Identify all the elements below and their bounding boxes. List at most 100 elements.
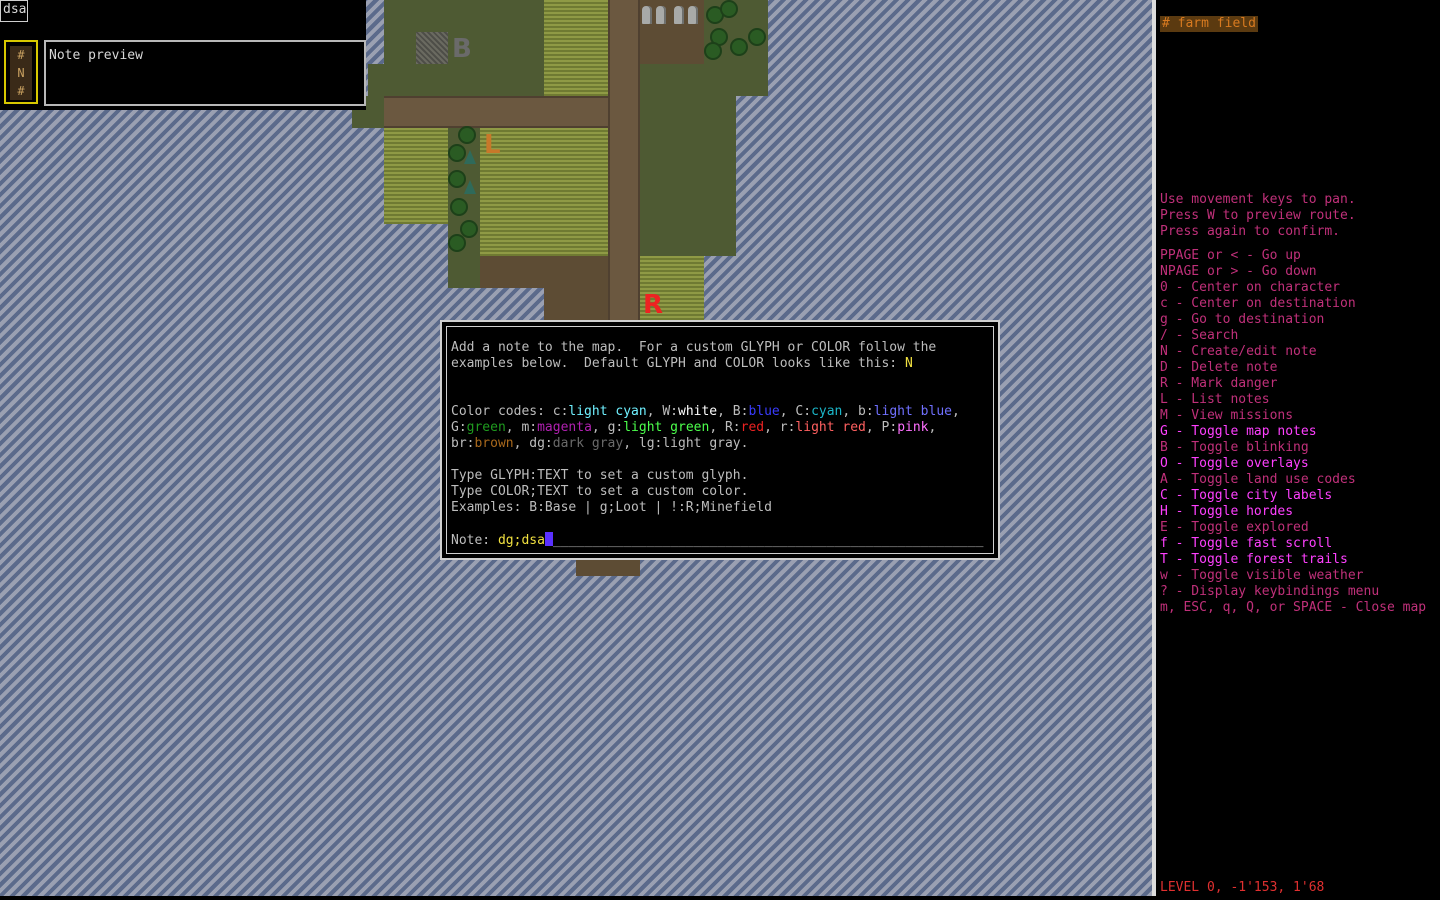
tree-icon <box>462 222 476 236</box>
road-tile <box>384 96 608 128</box>
keybinding-item[interactable]: H - Toggle hordes <box>1160 504 1293 520</box>
color-code-separator: , <box>951 404 960 419</box>
tree-icon <box>732 40 746 54</box>
color-code-key: P: <box>881 420 898 435</box>
pan-hint-text: Use movement keys to pan. <box>1160 192 1356 207</box>
color-code-key: B: <box>732 404 749 419</box>
terrain-tile <box>368 64 544 96</box>
note-preview-box: Note preview <box>44 40 366 106</box>
color-code-key: r: <box>779 420 796 435</box>
keybinding-item[interactable]: c - Center on destination <box>1160 296 1356 312</box>
terrain-tile <box>544 0 608 96</box>
color-code-separator: , <box>717 404 733 419</box>
keybinding-item[interactable]: D - Delete note <box>1160 360 1277 376</box>
keybinding-item[interactable]: / - Search <box>1160 328 1238 344</box>
color-code-name: green <box>466 420 506 435</box>
terrain-tile <box>544 288 608 320</box>
color-code-key: b: <box>858 404 874 419</box>
keybinding-item[interactable]: E - Toggle explored <box>1160 520 1309 536</box>
keybinding-item[interactable]: G - Toggle map notes <box>1160 424 1317 440</box>
keybinding-item[interactable]: N - Create/edit note <box>1160 344 1317 360</box>
tree-icon <box>722 2 736 16</box>
keybinding-item[interactable]: w - Toggle visible weather <box>1160 568 1364 584</box>
color-code-key: dg: <box>529 436 553 451</box>
note-preview-panel: dsa # N # Note preview <box>0 0 366 110</box>
dialog-intro-text: examples below. Default GLYPH and COLOR … <box>451 356 905 371</box>
terrain-tile <box>416 32 448 64</box>
keybinding-item[interactable]: NPAGE or > - Go down <box>1160 264 1317 280</box>
silo-icon <box>688 6 698 24</box>
note-input-line[interactable]: Note: dg;dsa ____________________________… <box>451 532 989 548</box>
color-code-name: light green <box>623 420 710 435</box>
tree-icon <box>450 172 464 186</box>
terrain-tile <box>384 128 448 224</box>
color-code-separator: , <box>764 420 780 435</box>
keybinding-item[interactable]: m, ESC, q, Q, or SPACE - Close map <box>1160 600 1426 616</box>
add-note-dialog: Add a note to the map. For a custom GLYP… <box>440 320 1000 560</box>
map-note-danger[interactable]: R <box>643 292 663 318</box>
color-code-key: lg: <box>638 436 663 451</box>
note-label: Note: <box>451 533 498 548</box>
level-coordinates: LEVEL 0, -1'153, 1'68 <box>1160 880 1325 895</box>
silo-icon <box>656 6 666 24</box>
keybinding-item[interactable]: g - Go to destination <box>1160 312 1324 328</box>
keybinding-item[interactable]: M - View missions <box>1160 408 1293 424</box>
keybinding-item[interactable]: ? - Display keybindings menu <box>1160 584 1379 600</box>
color-code-separator: . <box>740 436 749 451</box>
color-codes-line: br:brown, dg:dark gray, lg:light gray. <box>451 436 989 452</box>
color-code-key: br: <box>451 436 475 451</box>
dialog-intro-line: Add a note to the map. For a custom GLYP… <box>451 340 937 355</box>
color-code-name: light red <box>795 420 866 435</box>
silo-icon <box>642 6 652 24</box>
map-note-loot[interactable]: L <box>484 132 501 158</box>
color-code-separator: , <box>928 420 937 435</box>
color-help-text: Type COLOR;TEXT to set a custom color. <box>451 484 749 499</box>
pine-tree-icon <box>464 180 476 194</box>
keybinding-item[interactable]: PPAGE or < - Go up <box>1160 248 1301 264</box>
keybinding-item[interactable]: f - Toggle fast scroll <box>1160 536 1332 552</box>
screen-bottom-edge <box>0 896 1440 900</box>
tree-icon <box>706 44 720 58</box>
color-code-separator: , <box>842 404 859 419</box>
color-code-key: G: <box>451 420 467 435</box>
keybinding-item[interactable]: T - Toggle forest trails <box>1160 552 1348 568</box>
color-code-name: blue <box>748 404 780 419</box>
color-code-separator: , <box>779 404 796 419</box>
color-code-key: m: <box>521 420 538 435</box>
keybinding-item[interactable]: B - Toggle blinking <box>1160 440 1309 456</box>
map-note-base[interactable]: B <box>452 36 472 62</box>
color-code-key: g: <box>607 420 624 435</box>
keybinding-item[interactable]: C - Toggle city labels <box>1160 488 1332 504</box>
color-code-name: light gray <box>662 436 741 451</box>
keybinding-item[interactable]: R - Mark danger <box>1160 376 1277 392</box>
color-codes-line: Color codes: c:light cyan, W:white, B:bl… <box>451 404 989 420</box>
note-glyph-preview: # N # <box>4 40 38 104</box>
default-glyph-sample: N <box>904 356 913 371</box>
tree-icon <box>450 146 464 160</box>
color-code-name: brown <box>474 436 514 451</box>
pan-hint-text: Press again to confirm. <box>1160 224 1341 239</box>
tree-icon <box>750 30 764 44</box>
overmap-sidebar: # farm field Use movement keys to pan. Pr… <box>1152 0 1440 900</box>
color-code-key: R: <box>724 420 741 435</box>
keybinding-item[interactable]: 0 - Center on character <box>1160 280 1340 296</box>
note-input[interactable]: dg;dsa <box>498 533 545 548</box>
keybinding-item[interactable]: A - Toggle land use codes <box>1160 472 1356 488</box>
tree-icon <box>460 128 474 142</box>
keybinding-item[interactable]: O - Toggle overlays <box>1160 456 1309 472</box>
color-code-key: W: <box>662 404 678 419</box>
color-codes-label: Color codes: <box>451 404 553 419</box>
dialog-intro-line: examples below. Default GLYPH and COLOR … <box>451 356 989 372</box>
color-code-name: cyan <box>811 404 843 419</box>
keybinding-item[interactable]: L - List notes <box>1160 392 1270 408</box>
color-code-name: magenta <box>537 420 592 435</box>
note-input-underline: ________________________________________… <box>552 533 984 548</box>
color-code-separator: , <box>709 420 725 435</box>
color-code-name: dark gray <box>552 436 624 451</box>
color-code-separator: , <box>513 436 530 451</box>
color-codes-line: G:green, m:magenta, g:light green, R:red… <box>451 420 989 436</box>
color-code-name: red <box>740 420 765 435</box>
color-code-separator: , <box>591 420 608 435</box>
glyph-cell: N <box>10 64 32 82</box>
note-text-echo: dsa <box>0 0 28 22</box>
